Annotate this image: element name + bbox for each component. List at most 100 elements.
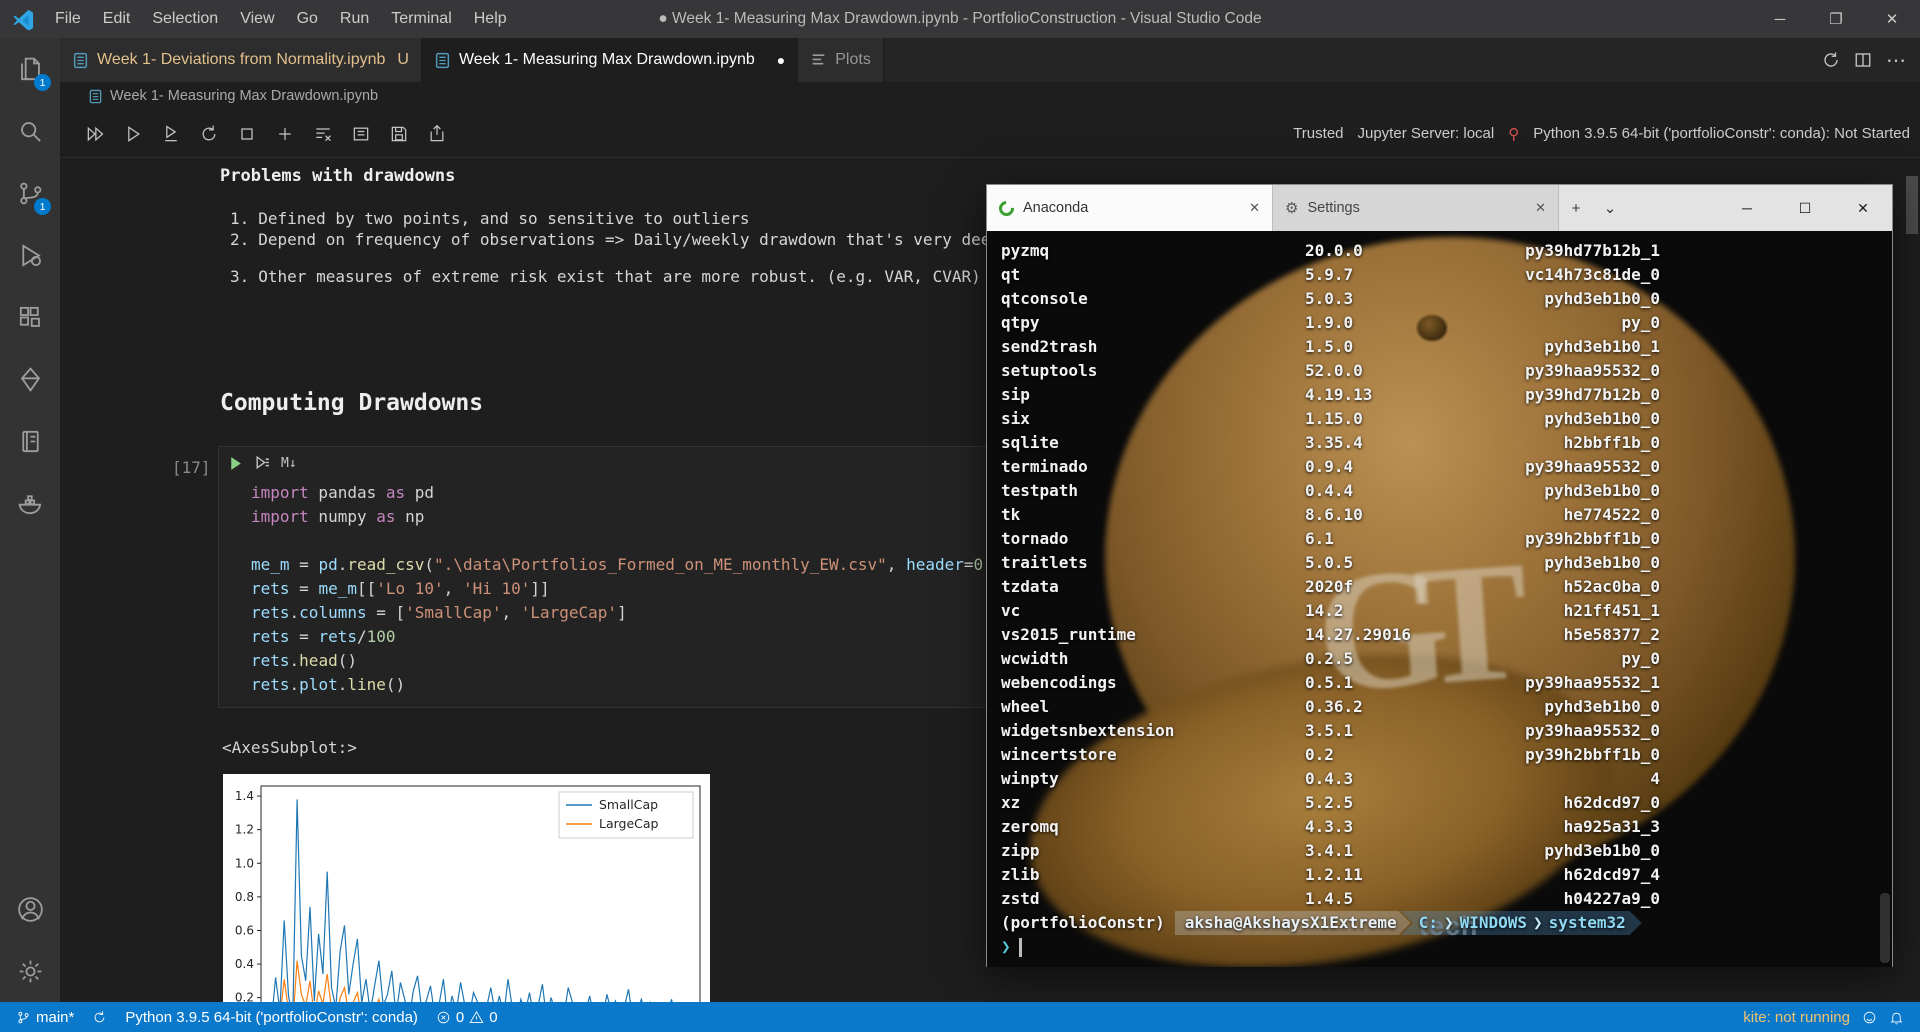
clear-outputs-button[interactable] (304, 117, 342, 151)
markdown-list-item: 2.Depend on frequency of observations =>… (230, 229, 1029, 250)
interrupt-kernel-button[interactable] (228, 117, 266, 151)
package-row: six1.15.0pyhd3eb1b0_0 (1001, 407, 1660, 431)
menu-file[interactable]: File (44, 10, 92, 27)
terminal-minimize-button[interactable]: ─ (1718, 185, 1776, 231)
terminal-output: pyzmq20.0.0py39hd77b12b_1qt5.9.7vc14h73c… (1001, 239, 1660, 959)
package-row: zstd1.4.5h04227a9_0 (1001, 887, 1660, 911)
tab-close-icon[interactable]: ✕ (1249, 200, 1260, 216)
save-button[interactable] (380, 117, 418, 151)
split-editor-icon[interactable] (1854, 51, 1872, 69)
run-debug-icon[interactable] (0, 224, 60, 286)
git-branch-item[interactable]: main* (10, 1002, 80, 1032)
gear-icon: ⚙ (1285, 199, 1298, 217)
source-control-badge: 1 (34, 198, 51, 215)
add-cell-button[interactable] (266, 117, 304, 151)
package-row: sip4.19.13py39hd77b12b_0 (1001, 383, 1660, 407)
vscode-titlebar: FileEditSelectionViewGoRunTerminalHelp ●… (0, 0, 1920, 38)
run-cell-button[interactable] (114, 117, 152, 151)
package-row: vc14.2h21ff451_1 (1001, 599, 1660, 623)
conda-env-label: (portfolioConstr) (1001, 911, 1165, 935)
svg-text:1.2: 1.2 (235, 823, 254, 837)
python-interpreter-item[interactable]: Python 3.9.5 64-bit ('portfolioConstr': … (119, 1002, 424, 1032)
restart-kernel-button[interactable] (190, 117, 228, 151)
notebook-file-icon (434, 52, 451, 69)
terminal-close-button[interactable]: ✕ (1834, 185, 1892, 231)
terminal-titlebar: Anaconda ✕ ⚙ Settings ✕ + ⌄ ─ ☐ ✕ (987, 185, 1892, 231)
notebook-file-icon (72, 52, 89, 69)
svg-text:0.8: 0.8 (235, 890, 254, 904)
menu-run[interactable]: Run (329, 10, 380, 27)
editor-scrollbar[interactable] (1906, 158, 1918, 1002)
warning-icon (469, 1010, 484, 1025)
search-icon[interactable] (0, 100, 60, 162)
problems-item[interactable]: 0 0 (430, 1002, 504, 1032)
tab-measuring-max-drawdown[interactable]: Week 1- Measuring Max Drawdown.ipynb ● (422, 38, 798, 82)
variable-explorer-button[interactable] (342, 117, 380, 151)
window-controls: ─ ❐ ✕ (1752, 0, 1920, 38)
package-row: wcwidth0.2.5py_0 (1001, 647, 1660, 671)
tab-close-icon[interactable]: ✕ (1535, 200, 1546, 216)
trusted-label[interactable]: Trusted (1293, 125, 1343, 142)
sync-kernel-icon[interactable] (1822, 51, 1840, 69)
scrollbar-thumb[interactable] (1906, 176, 1918, 234)
more-actions-icon[interactable]: ⋯ (1886, 48, 1906, 73)
settings-gear-icon[interactable] (0, 940, 60, 1002)
docker-icon[interactable] (0, 472, 60, 534)
source-control-icon[interactable]: 1 (0, 162, 60, 224)
vscode-logo-icon (12, 8, 34, 30)
terminal-scrollbar-thumb[interactable] (1880, 893, 1890, 963)
account-icon[interactable] (0, 878, 60, 940)
jupyter-server-label[interactable]: Jupyter Server: local (1358, 125, 1495, 142)
tab-plots[interactable]: Plots (798, 38, 884, 82)
svg-text:LargeCap: LargeCap (599, 816, 659, 831)
menu-terminal[interactable]: Terminal (380, 10, 462, 27)
run-below-icon[interactable] (254, 455, 271, 472)
terminal-cursor-line[interactable]: ❯ (1001, 935, 1660, 959)
export-button[interactable] (418, 117, 456, 151)
kite-extension-icon[interactable] (0, 348, 60, 410)
tab-deviations-from-normality[interactable]: Week 1- Deviations from Normality.ipynb … (60, 38, 422, 82)
terminal-maximize-button[interactable]: ☐ (1776, 185, 1834, 231)
maximize-button[interactable]: ❐ (1808, 0, 1864, 38)
terminal-body[interactable]: GT tech pyzmq20.0.0py39hd77b12b_1qt5.9.7… (987, 231, 1892, 967)
sync-changes-item[interactable] (86, 1002, 113, 1032)
menu-go[interactable]: Go (286, 10, 329, 27)
anaconda-terminal-window[interactable]: Anaconda ✕ ⚙ Settings ✕ + ⌄ ─ ☐ ✕ GT tec… (986, 184, 1893, 967)
menu-edit[interactable]: Edit (92, 10, 142, 27)
menu-selection[interactable]: Selection (141, 10, 229, 27)
editor-tab-bar: Week 1- Deviations from Normality.ipynb … (60, 38, 1920, 82)
tab-label: Week 1- Measuring Max Drawdown.ipynb (459, 51, 755, 69)
menu-view[interactable]: View (229, 10, 285, 27)
kite-status-item[interactable]: kite: not running (1737, 1002, 1856, 1032)
notifications-bell-item[interactable] (1883, 1002, 1910, 1032)
package-row: qt5.9.7vc14h73c81de_0 (1001, 263, 1660, 287)
minimize-button[interactable]: ─ (1752, 0, 1808, 38)
prompt-user-segment: aksha@AkshaysX1Extreme (1175, 911, 1411, 935)
run-all-button[interactable] (76, 117, 114, 151)
close-button[interactable]: ✕ (1864, 0, 1920, 38)
package-row: webencodings0.5.1py39haa95532_1 (1001, 671, 1660, 695)
tab-dropdown-icon[interactable]: ⌄ (1593, 185, 1627, 231)
kernel-picker[interactable]: Python 3.9.5 64-bit ('portfolioConstr': … (1533, 125, 1910, 142)
terminal-tab-settings[interactable]: ⚙ Settings ✕ (1273, 185, 1559, 231)
run-below-button[interactable] (152, 117, 190, 151)
menu-help[interactable]: Help (463, 10, 518, 27)
cell-output-text: <AxesSubplot:> (222, 738, 357, 757)
prompt-path-segment: C:❯WINDOWS❯system32 (1401, 911, 1642, 935)
convert-to-markdown-button[interactable]: M↓ (281, 456, 297, 471)
run-cell-play-icon[interactable] (227, 455, 244, 472)
explorer-icon[interactable]: 1 (0, 38, 60, 100)
breadcrumb[interactable]: Week 1- Measuring Max Drawdown.ipynb (60, 82, 1920, 110)
status-bar: main* Python 3.9.5 64-bit ('portfolioCon… (0, 1002, 1920, 1032)
markdown-list-item: 1.Defined by two points, and so sensitiv… (230, 208, 1029, 229)
dirty-indicator[interactable]: ● (777, 52, 785, 68)
execution-count: [17] (172, 458, 211, 477)
terminal-tab-anaconda[interactable]: Anaconda ✕ (987, 185, 1273, 231)
notebook-extension-icon[interactable] (0, 410, 60, 472)
markdown-heading-2: Computing Drawdowns (220, 390, 483, 416)
feedback-item[interactable] (1856, 1002, 1883, 1032)
new-tab-button[interactable]: + (1559, 185, 1593, 231)
breadcrumb-file[interactable]: Week 1- Measuring Max Drawdown.ipynb (110, 88, 378, 104)
warning-count: 0 (489, 1009, 497, 1026)
extensions-icon[interactable] (0, 286, 60, 348)
